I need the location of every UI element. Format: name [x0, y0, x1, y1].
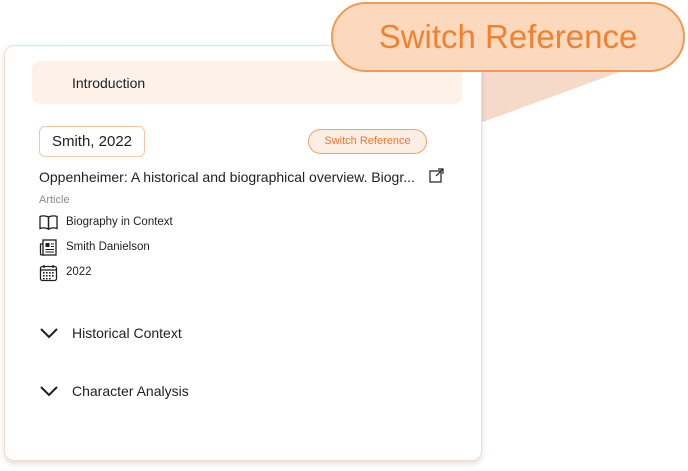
calendar-icon: [39, 265, 58, 282]
reference-title: Oppenheimer: A historical and biographic…: [39, 169, 415, 185]
section-label: Historical Context: [72, 325, 182, 341]
newspaper-icon: [39, 239, 57, 256]
switch-reference-button[interactable]: Switch Reference: [308, 129, 427, 154]
reference-type: Article: [39, 194, 70, 206]
external-link-icon[interactable]: [429, 168, 444, 183]
author-year-chip[interactable]: Smith, 2022: [39, 126, 145, 157]
chevron-down-icon: [40, 328, 58, 339]
meta-author: Smith Danielson: [66, 241, 150, 253]
meta-publication: Biography in Context: [66, 216, 173, 228]
section-label: Character Analysis: [72, 383, 189, 399]
chevron-down-icon: [40, 386, 58, 397]
intro-label: Introduction: [72, 75, 146, 91]
meta-year: 2022: [66, 266, 92, 278]
switch-reference-callout: Switch Reference: [331, 2, 685, 72]
book-icon: [39, 215, 58, 230]
